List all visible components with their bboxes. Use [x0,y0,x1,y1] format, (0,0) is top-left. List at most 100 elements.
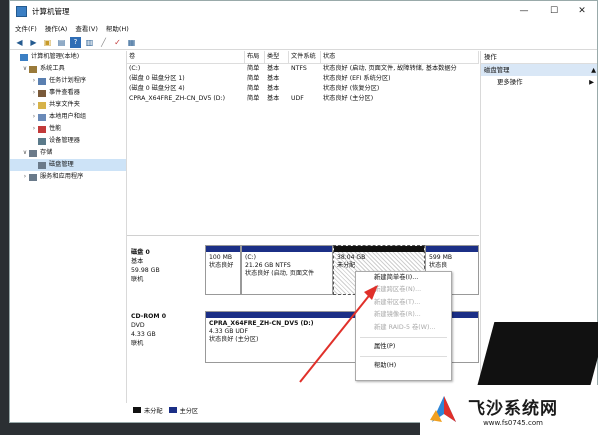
tree-item-4[interactable]: › 共享文件夹 [10,99,126,111]
more-actions-label: 更多操作 [497,78,523,86]
expand-icon[interactable]: › [21,171,29,183]
help-icon[interactable]: ? [70,36,81,48]
table-cell: 基本 [267,85,280,92]
menu-help[interactable]: 帮助(H) [106,23,129,33]
tree-item-9[interactable]: 磁盘管理 [10,159,126,171]
wand-icon[interactable]: ╱ [98,37,109,48]
checklist-icon[interactable]: ✓ [112,37,123,48]
expand-icon[interactable]: › [30,87,38,99]
more-actions[interactable]: 更多操作 ▶ [481,76,597,89]
col-filesystem[interactable]: 文件系统 [289,51,321,63]
context-menu-item-4: 新建 RAID-5 卷(W)... [374,323,436,331]
menu-file[interactable]: 文件(F) [15,23,37,33]
partition-letter: (C:) [245,254,257,261]
col-type[interactable]: 类型 [265,51,289,63]
table-cell: (磁盘 0 磁盘分区 4) [129,85,185,92]
show-hide-icon[interactable]: ▥ [84,37,95,48]
maximize-button[interactable]: ☐ [540,1,568,21]
disk-type: 基本 [131,258,144,265]
table-row[interactable]: (磁盘 0 磁盘分区 4) 简单 基本 状态良好 (恢复分区) [127,84,479,94]
table-cell: UDF [291,95,304,102]
forward-icon[interactable]: ▶ [28,37,39,48]
legend-primary-swatch [168,407,177,413]
tools-icon [29,65,37,73]
disk-status: 联机 [131,340,144,347]
tree-item-1[interactable]: ∨ 系统工具 [10,63,126,75]
computer-icon [20,53,28,61]
table-cell: 简单 [247,85,260,92]
legend-unallocated-swatch [133,407,141,413]
tree-item-6[interactable]: › 性能 [10,123,126,135]
expand-icon[interactable]: ∨ [21,63,29,75]
close-button[interactable]: ✕ [568,1,596,21]
back-icon[interactable]: ◀ [14,37,25,48]
context-menu-item-6[interactable]: 属性(P) [356,341,451,353]
collapse-icon: ▲ [591,66,596,74]
partition-size: 100 MB [209,254,233,261]
watermark-url: www.fs0745.com [483,418,543,427]
context-menu: 新建简单卷(I)... 新建跨区卷(N)... 新建带区卷(T)... 新建镜像卷(R… [355,271,452,381]
expand-icon[interactable]: › [30,123,38,135]
expand-icon[interactable]: › [30,111,38,123]
clock-icon [38,77,46,85]
tree-item-5[interactable]: › 本地用户和组 [10,111,126,123]
partition-status: 未分配 [337,262,356,269]
tree-item-3[interactable]: › 事件查看器 [10,87,126,99]
minimize-button[interactable]: — [510,1,538,21]
actions-section-disk-management[interactable]: 磁盘管理 ▲ [481,64,597,76]
legend-primary: 主分区 [179,407,199,415]
partition-efi[interactable]: 100 MB 状态良好 [205,245,241,295]
toolbar: ◀ ▶ ▣ ▤ ? ▥ ╱ ✓ ▦ [10,35,597,50]
expand-icon[interactable]: ∨ [21,147,29,159]
partition-c[interactable]: (C:) 21.26 GB NTFS 状态良好 (启动, 页面文件 [241,245,333,295]
tree-item-label: 计算机管理(本地) [31,53,80,60]
decoration-dark [475,322,598,392]
table-row[interactable]: CPRA_X64FRE_ZH-CN_DV5 (D:) 简单 基本 UDF 状态良好 (主… [127,94,479,104]
tree-item-label: 事件查看器 [49,89,80,96]
properties-icon[interactable]: ▦ [126,37,137,48]
tree-item-7[interactable]: 设备管理器 [10,135,126,147]
folder-icon [38,101,46,109]
col-layout[interactable]: 布局 [245,51,265,63]
tree-item-8[interactable]: ∨ 存储 [10,147,126,159]
table-row[interactable]: (磁盘 0 磁盘分区 1) 简单 基本 状态良好 (EFI 系统分区) [127,74,479,84]
title-bar: 计算机管理 — ☐ ✕ [10,1,597,21]
disk-0-label[interactable]: 磁盘 0 基本 59.98 GB 联机 [131,248,199,284]
watermark-logo-icon [426,392,462,428]
table-cell: 状态良好 (恢复分区) [323,85,380,92]
disk-size: 4.33 GB [131,331,156,338]
cdrom-0-label[interactable]: CD-ROM 0 DVD 4.33 GB 联机 [131,312,199,348]
tree-item-0[interactable]: 计算机管理(本地) [10,51,126,63]
volume-table: 卷 布局 类型 文件系统 状态 (C:) 简单 基本 NTFS 状态良好 (启动, 页面… [127,51,479,236]
disk-size: 59.98 GB [131,267,160,274]
menu-separator [360,336,447,338]
chevron-right-icon: ▶ [589,78,594,86]
tree-item-10[interactable]: › 服务和应用程序 [10,171,126,183]
table-cell: 简单 [247,75,260,82]
partition-size: 21.26 GB NTFS [245,262,291,269]
table-row[interactable]: (C:) 简单 基本 NTFS 状态良好 (启动, 页面文件, 故障转储, 基本数据分 [127,64,479,74]
performance-icon [38,125,46,133]
storage-icon [29,149,37,157]
col-status[interactable]: 状态 [321,51,479,63]
up-folder-icon[interactable]: ▣ [42,37,53,48]
tree-item-2[interactable]: › 任务计划程序 [10,75,126,87]
console-tree-icon[interactable]: ▤ [56,37,67,48]
context-menu-item-0[interactable]: 新建简单卷(I)... [356,272,451,284]
expand-icon[interactable]: › [30,99,38,111]
disk-icon [38,161,46,169]
disk-type: DVD [131,322,145,329]
col-volume[interactable]: 卷 [127,51,245,63]
console-tree: 计算机管理(本地) ∨ 系统工具 › 任务计划程序 › 事件查看器 › 共享文件夹 › 本地用户和组… [10,51,127,403]
disk-status: 联机 [131,276,144,283]
menu-action[interactable]: 操作(A) [45,23,68,33]
context-menu-item-8[interactable]: 帮助(H) [356,360,451,372]
watermark-brand: 飞沙系统网 [468,398,558,419]
menu-view[interactable]: 查看(V) [75,23,98,33]
disk-name: 磁盘 0 [131,249,150,256]
table-cell: 状态良好 (启动, 页面文件, 故障转储, 基本数据分 [323,65,457,72]
table-cell: CPRA_X64FRE_ZH-CN_DV5 (D:) [129,95,226,102]
volume-table-header: 卷 布局 类型 文件系统 状态 [127,51,479,64]
tree-item-label: 任务计划程序 [49,77,87,84]
expand-icon[interactable]: › [30,75,38,87]
